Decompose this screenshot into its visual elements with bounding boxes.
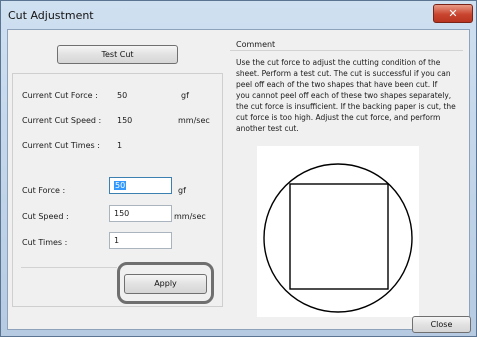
separator <box>21 267 117 268</box>
title-bar[interactable]: Cut Adjustment ✕ <box>1 1 476 30</box>
comment-line: sheet. Perform a test cut. The cut is su… <box>236 69 451 78</box>
test-cut-button[interactable]: Test Cut <box>57 45 178 64</box>
cut-force-label: Cut Force : <box>22 186 66 195</box>
current-cut-speed-label: Current Cut Speed : <box>22 116 102 125</box>
outer-circle <box>263 163 413 313</box>
comment-line: the cut force is insufficient. If the ba… <box>236 102 456 111</box>
cut-speed-field[interactable]: 150 <box>109 205 172 222</box>
current-cut-speed-value: 150 <box>117 116 133 125</box>
cut-speed-value: 150 <box>114 209 130 218</box>
current-cut-force-unit: gf <box>181 91 189 100</box>
close-window-button[interactable]: ✕ <box>433 4 473 23</box>
cut-speed-label: Cut Speed : <box>22 212 69 221</box>
inner-square <box>289 183 389 290</box>
current-cut-force-value: 50 <box>117 91 128 100</box>
close-button[interactable]: Close <box>412 316 471 333</box>
cut-force-value: 50 <box>114 181 127 190</box>
comment-line: peel off each of the two shapes that hav… <box>236 80 438 89</box>
cut-times-field[interactable]: 1 <box>109 232 172 249</box>
cut-times-label: Cut Times : <box>22 238 68 247</box>
test-cut-shape-diagram <box>257 146 419 317</box>
cut-force-field[interactable]: 50 <box>109 177 172 194</box>
comment-text: Use the cut force to adjust the cutting … <box>236 57 456 134</box>
close-icon: ✕ <box>448 7 458 20</box>
comment-line: you cannot peel off each of these two sh… <box>236 91 452 100</box>
circle-square-shape <box>263 163 413 313</box>
current-cut-force-label: Current Cut Force : <box>22 91 98 100</box>
current-cut-speed-unit: mm/sec <box>178 116 210 125</box>
current-cut-times-label: Current Cut Times : <box>22 141 100 150</box>
current-cut-times-value: 1 <box>117 141 123 150</box>
apply-button[interactable]: Apply <box>124 274 207 294</box>
comment-line: cut force is too high. Adjust the cut fo… <box>236 113 441 122</box>
comment-line: another test cut. <box>236 124 299 133</box>
comment-line: Use the cut force to adjust the cutting … <box>236 58 441 67</box>
comment-title: Comment <box>236 40 276 49</box>
window-title: Cut Adjustment <box>8 9 94 22</box>
comment-separator <box>230 50 463 51</box>
cut-times-value: 1 <box>114 236 120 245</box>
cut-force-unit: gf <box>178 186 186 195</box>
cut-speed-unit: mm/sec <box>174 212 206 221</box>
